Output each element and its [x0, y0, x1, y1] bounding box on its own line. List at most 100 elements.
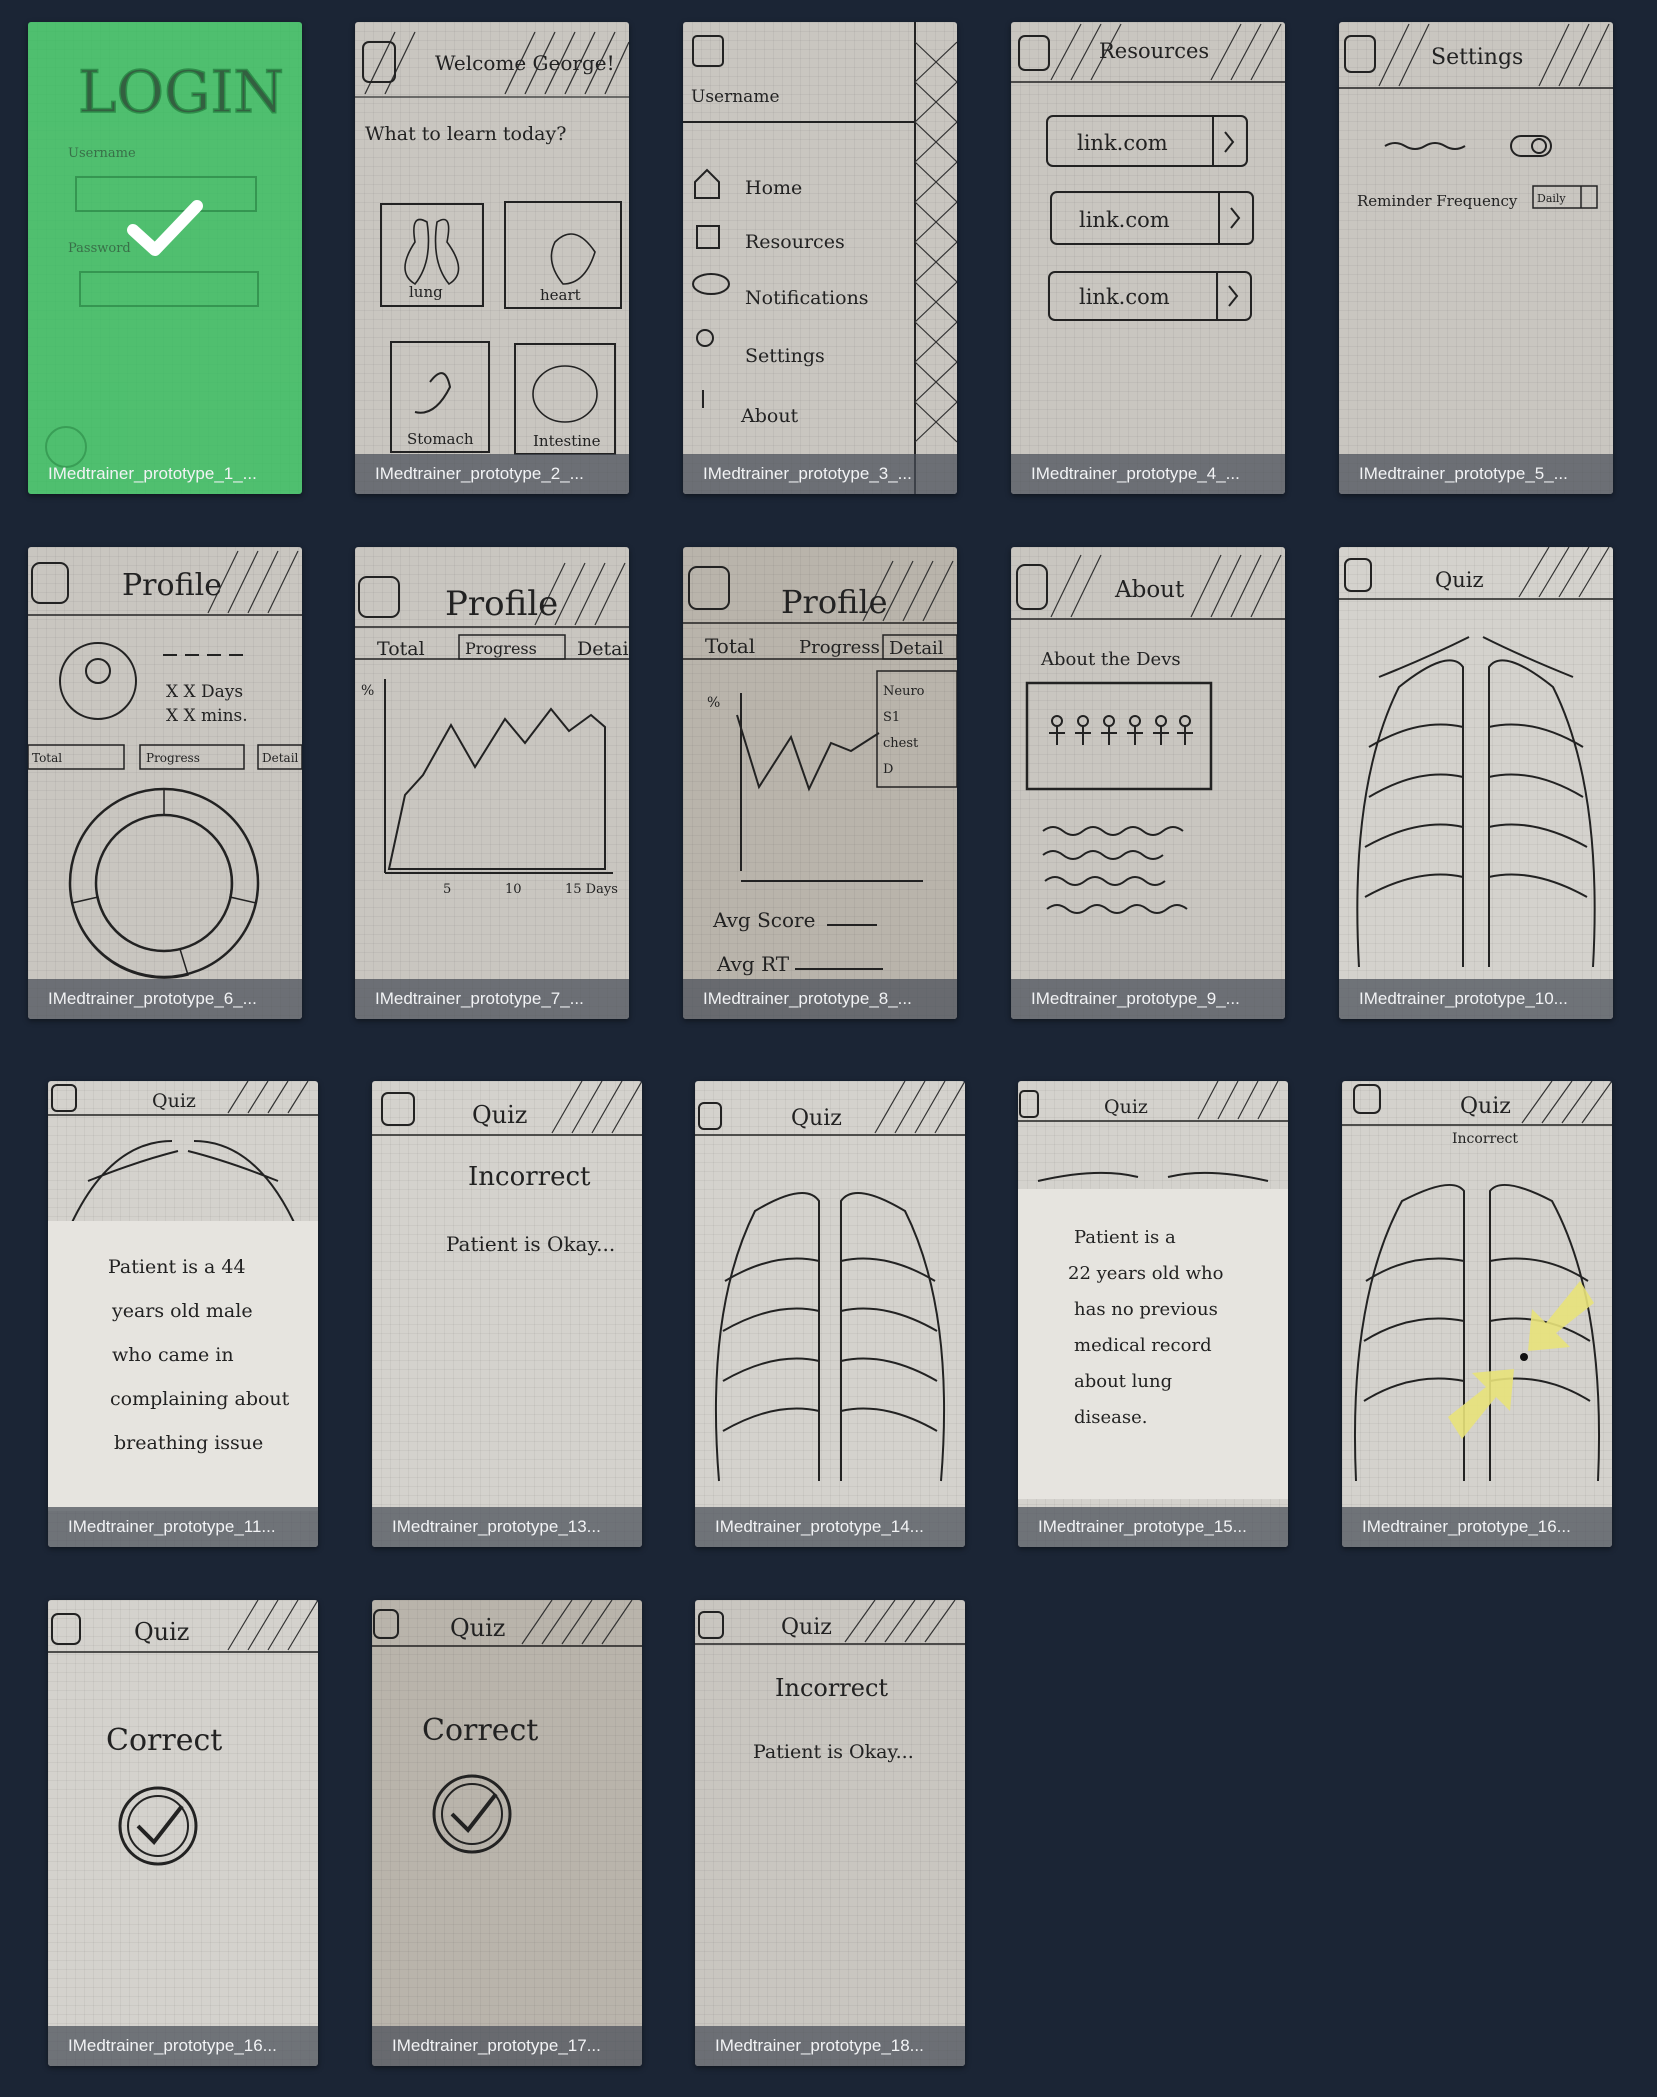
svg-text:Neuro: Neuro	[883, 684, 925, 699]
svg-text:Welcome George!: Welcome George!	[435, 51, 615, 75]
svg-text:Settings: Settings	[1431, 45, 1523, 70]
quiz-xray-sketch-2: Quiz	[695, 1081, 965, 1482]
svg-text:Total: Total	[705, 634, 755, 658]
thumbnail-prototype-1[interactable]: LOGIN Username Password IMedtrainer_prot…	[28, 22, 302, 494]
svg-text:5: 5	[443, 882, 451, 897]
profile-detail-sketch: Profile Total Progress Detail Neuro S1 c…	[683, 560, 957, 976]
svg-text:X X mins.: X X mins.	[166, 706, 248, 726]
svg-text:complaining about: complaining about	[110, 1388, 290, 1410]
thumbnail-caption: IMedtrainer_prototype_17...	[372, 2026, 642, 2066]
svg-text:Total: Total	[32, 751, 62, 765]
thumbnail-prototype-2[interactable]: Welcome George! What to learn today? lun…	[355, 22, 629, 494]
svg-text:Profile: Profile	[122, 568, 222, 603]
svg-text:X X Days: X X Days	[166, 682, 243, 702]
svg-text:Quiz: Quiz	[1435, 568, 1484, 592]
svg-text:Home: Home	[745, 177, 802, 199]
svg-text:Correct: Correct	[106, 1723, 222, 1758]
svg-text:Intestine: Intestine	[533, 432, 601, 450]
thumbnail-prototype-16b[interactable]: Quiz Correct IMedtrainer_prototype_16...	[48, 1600, 318, 2066]
svg-text:About: About	[740, 405, 799, 427]
svg-text:Patient is Okay...: Patient is Okay...	[446, 1232, 615, 1256]
thumbnail-prototype-3[interactable]: Username Home Resources Notifications Se…	[683, 22, 957, 494]
svg-text:Stomach: Stomach	[407, 430, 474, 448]
welcome-sketch: Welcome George! What to learn today? lun…	[355, 31, 629, 455]
thumbnail-caption: IMedtrainer_prototype_4_...	[1011, 454, 1285, 494]
thumbnail-caption: IMedtrainer_prototype_5_...	[1339, 454, 1613, 494]
svg-text:D: D	[883, 762, 893, 777]
quiz-marked-xray-sketch: Quiz Incorrect	[1342, 1081, 1612, 1482]
svg-text:Profile: Profile	[781, 583, 888, 621]
thumbnail-caption: IMedtrainer_prototype_9_...	[1011, 979, 1285, 1019]
thumbnail-prototype-15[interactable]: Quiz Patient is a 22 years old who has n…	[1018, 1081, 1288, 1547]
svg-text:Patient is a 44: Patient is a 44	[108, 1256, 246, 1278]
svg-text:%: %	[361, 683, 374, 699]
svg-text:Quiz: Quiz	[1104, 1096, 1148, 1118]
quiz-xray-sketch: Quiz	[1339, 547, 1613, 968]
thumbnail-prototype-17[interactable]: Quiz Correct IMedtrainer_prototype_17...	[372, 1600, 642, 2066]
svg-text:Quiz: Quiz	[791, 1106, 842, 1131]
svg-text:Avg RT: Avg RT	[716, 952, 790, 976]
svg-text:Progress: Progress	[799, 637, 880, 658]
svg-text:Quiz: Quiz	[1460, 1094, 1511, 1119]
svg-text:link.com: link.com	[1079, 208, 1170, 232]
thumbnail-prototype-6[interactable]: Profile X X Days X X mins. Total Progres…	[28, 547, 302, 1019]
quiz-incorrect-sketch: Quiz Incorrect Patient is Okay...	[372, 1081, 642, 1256]
thumbnail-caption: IMedtrainer_prototype_1_...	[48, 464, 257, 483]
about-sketch: About About the Devs	[1011, 554, 1285, 914]
svg-text:years old male: years old male	[111, 1300, 253, 1322]
thumbnail-caption: IMedtrainer_prototype_14...	[695, 1507, 965, 1547]
thumbnail-prototype-13[interactable]: Quiz Incorrect Patient is Okay... IMedtr…	[372, 1081, 642, 1547]
thumbnail-prototype-7[interactable]: Profile Total Progress Detail % 5 10 15 …	[355, 547, 629, 1019]
svg-text:Daily: Daily	[1537, 192, 1566, 205]
thumbnail-prototype-5[interactable]: Settings Reminder Frequency Daily IMedtr…	[1339, 22, 1613, 494]
svg-text:15 Days: 15 Days	[565, 882, 618, 897]
svg-text:%: %	[707, 695, 720, 711]
thumbnail-caption: IMedtrainer_prototype_3_...	[683, 454, 957, 494]
svg-text:Detail: Detail	[577, 638, 629, 660]
thumbnail-caption: IMedtrainer_prototype_13...	[372, 1507, 642, 1547]
thumbnail-caption: IMedtrainer_prototype_7_...	[355, 979, 629, 1019]
svg-text:Avg Score: Avg Score	[712, 908, 815, 932]
svg-text:Progress: Progress	[146, 751, 200, 765]
svg-text:10: 10	[505, 882, 522, 897]
thumbnail-caption: IMedtrainer_prototype_10...	[1339, 979, 1613, 1019]
svg-text:Quiz: Quiz	[152, 1090, 196, 1112]
thumbnail-prototype-4[interactable]: Resources link.com link.com link.com IMe…	[1011, 22, 1285, 494]
svg-text:who came in: who came in	[112, 1344, 234, 1366]
svg-text:Settings: Settings	[745, 345, 825, 367]
svg-text:medical record: medical record	[1074, 1335, 1212, 1356]
thumbnail-prototype-11[interactable]: Quiz Patient is a 44 years old male who …	[48, 1081, 318, 1547]
svg-text:What to learn today?: What to learn today?	[365, 123, 566, 145]
svg-text:Incorrect: Incorrect	[468, 1162, 591, 1192]
thumbnail-prototype-16[interactable]: Quiz Incorrect IMedtrainer_prototype_16.…	[1342, 1081, 1612, 1547]
quiz-correct-sketch-2: Quiz Correct	[372, 1600, 642, 1854]
thumbnail-prototype-14[interactable]: Quiz IMedtrainer_prototype_14...	[695, 1081, 965, 1547]
svg-text:Patient is Okay...: Patient is Okay...	[753, 1741, 914, 1763]
thumbnail-prototype-8[interactable]: Profile Total Progress Detail Neuro S1 c…	[683, 547, 957, 1019]
svg-text:Incorrect: Incorrect	[775, 1674, 888, 1702]
thumbnail-caption: IMedtrainer_prototype_16...	[1342, 1507, 1612, 1547]
thumbnail-caption: IMedtrainer_prototype_8_...	[683, 979, 957, 1019]
svg-text:S1: S1	[883, 710, 900, 725]
svg-text:Username: Username	[691, 87, 780, 107]
svg-text:Quiz: Quiz	[781, 1615, 832, 1640]
svg-text:Total: Total	[377, 638, 425, 660]
svg-text:Reminder Frequency: Reminder Frequency	[1357, 192, 1518, 210]
svg-text:about lung: about lung	[1074, 1371, 1172, 1392]
profile-sketch: Profile X X Days X X mins. Total Progres…	[28, 550, 302, 979]
svg-text:Detail: Detail	[262, 751, 299, 765]
svg-text:has no previous: has no previous	[1074, 1299, 1218, 1320]
thumbnail-caption: IMedtrainer_prototype_18...	[695, 2026, 965, 2066]
thumbnail-caption: IMedtrainer_prototype_2_...	[355, 454, 629, 494]
quiz-case-sketch-2: Quiz Patient is a 22 years old who has n…	[1018, 1081, 1288, 1499]
svg-text:disease.: disease.	[1074, 1407, 1148, 1428]
thumbnail-prototype-10[interactable]: Quiz IMedtrainer_prototype_10...	[1339, 547, 1613, 1019]
svg-text:chest: chest	[883, 736, 919, 751]
thumbnail-caption: IMedtrainer_prototype_15...	[1018, 1507, 1288, 1547]
svg-text:Incorrect: Incorrect	[1452, 1131, 1518, 1147]
svg-text:Correct: Correct	[422, 1713, 538, 1748]
quiz-correct-sketch: Quiz Correct	[48, 1600, 318, 1866]
svg-text:breathing issue: breathing issue	[114, 1432, 263, 1454]
thumbnail-prototype-18[interactable]: Quiz Incorrect Patient is Okay... IMedtr…	[695, 1600, 965, 2066]
thumbnail-prototype-9[interactable]: About About the Devs IMedtrainer_prototy…	[1011, 547, 1285, 1019]
